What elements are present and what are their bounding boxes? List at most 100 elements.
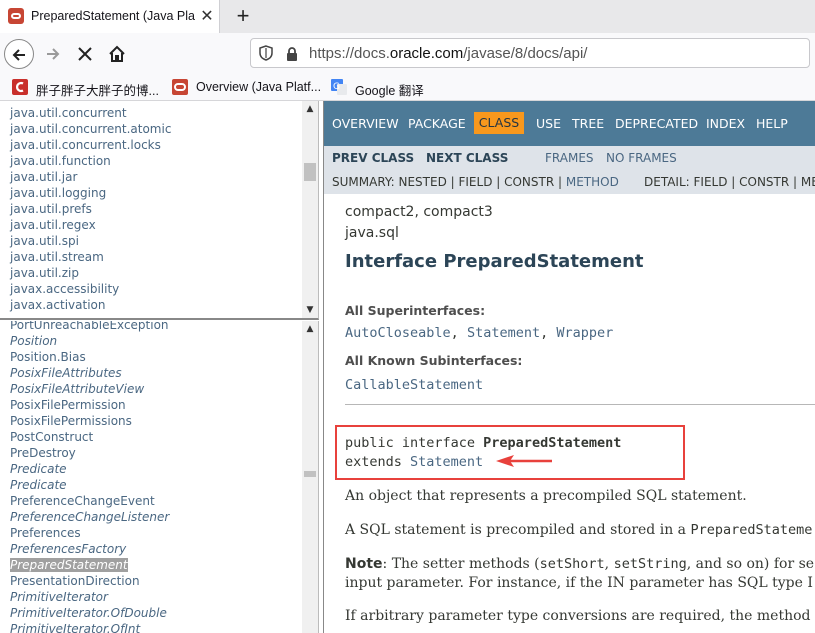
class-description: compact2, compact3 java.sql Interface Pr…	[324, 194, 815, 633]
package-scrollbar[interactable]: ▲ ▼	[302, 101, 318, 318]
superinterface-link[interactable]: Wrapper	[556, 325, 613, 341]
nav-index-link[interactable]: INDEX	[706, 116, 745, 131]
detail-nav: DETAIL: FIELD | CONSTR | ME	[644, 175, 815, 189]
scroll-up-icon[interactable]: ▲	[302, 321, 318, 337]
class-link[interactable]: PosixFilePermission	[10, 397, 169, 413]
arrow-left-icon	[12, 49, 25, 61]
navigation-toolbar: https://docs.oracle.com/javase/8/docs/ap…	[0, 33, 815, 73]
class-link[interactable]: Position	[10, 333, 169, 349]
new-tab-button[interactable]: +	[231, 4, 255, 28]
frames-link[interactable]: FRAMES	[545, 151, 594, 165]
class-link[interactable]: PrimitiveIterator.OfInt	[10, 621, 169, 633]
class-link[interactable]: PrimitiveIterator.OfDouble	[10, 605, 169, 621]
package-link[interactable]: java.util.prefs	[10, 201, 171, 217]
bookmarks-bar: 胖子胖子大胖子的博... Overview (Java Platf... G G…	[0, 73, 815, 101]
package-link[interactable]: java.util.stream	[10, 249, 171, 265]
close-tab-icon[interactable]: ✕	[198, 6, 216, 26]
package-link[interactable]: java.util.concurrent	[10, 105, 171, 121]
csdn-icon	[12, 79, 28, 95]
package-list: java.util.concurrent java.util.concurrent…	[10, 105, 171, 313]
class-link[interactable]: PreDestroy	[10, 445, 169, 461]
nav-help-link[interactable]: HELP	[756, 116, 788, 131]
shield-icon[interactable]	[259, 45, 273, 61]
subinterfaces-label: All Known Subinterfaces:	[345, 353, 523, 368]
package-link[interactable]: java.util.concurrent.locks	[10, 137, 171, 153]
class-link[interactable]: PortUnreachableException	[10, 321, 169, 333]
no-frames-link[interactable]: NO FRAMES	[606, 151, 677, 165]
scroll-thumb[interactable]	[304, 163, 316, 181]
class-link[interactable]: PreferenceChangeListener	[10, 509, 169, 525]
nav-tree-link[interactable]: TREE	[572, 116, 604, 131]
summary-nav: SUMMARY: NESTED | FIELD | CONSTR | METHO…	[332, 175, 619, 189]
package-link[interactable]: java.util.regex	[10, 217, 171, 233]
google-translate-icon: G	[331, 79, 347, 95]
package-link[interactable]: java.util.spi	[10, 233, 171, 249]
class-link[interactable]: PreferencesFactory	[10, 541, 169, 557]
nav-overview-link[interactable]: OVERVIEW	[332, 116, 399, 131]
stop-button[interactable]	[70, 39, 100, 69]
package-link[interactable]: java.util.jar	[10, 169, 171, 185]
home-button[interactable]	[102, 39, 132, 69]
url-text[interactable]: https://docs.oracle.com/javase/8/docs/ap…	[309, 45, 587, 62]
forward-button[interactable]	[38, 39, 68, 69]
home-icon	[109, 45, 125, 62]
package-label: java.sql	[345, 225, 399, 241]
tab-title: PreparedStatement (Java Pla	[31, 9, 195, 23]
bookmark-item[interactable]: G Google 翻译	[331, 79, 441, 98]
package-link[interactable]: javax.activation	[10, 297, 171, 313]
class-link[interactable]: Position.Bias	[10, 349, 169, 365]
lock-icon[interactable]	[285, 46, 299, 62]
package-list-frame[interactable]: java.util.concurrent java.util.concurrent…	[0, 101, 319, 320]
class-link[interactable]: Predicate	[10, 461, 169, 477]
class-link[interactable]: Preferences	[10, 525, 169, 541]
prev-class-label: PREV CLASS	[332, 151, 415, 165]
note-para-line-2: input parameter. For instance, if the IN…	[345, 575, 813, 591]
divider	[345, 404, 815, 405]
class-scrollbar[interactable]: ▲	[302, 321, 318, 633]
annotation-arrow-icon	[496, 455, 552, 467]
class-list-frame[interactable]: PortUnreachableException Position Position…	[0, 321, 319, 633]
package-link[interactable]: java.util.zip	[10, 265, 171, 281]
tab-strip: PreparedStatement (Java Pla ✕ +	[0, 0, 815, 33]
class-detail-frame[interactable]: OVERVIEW PACKAGE CLASS USE TREE DEPRECAT…	[323, 101, 815, 633]
top-navbar: OVERVIEW PACKAGE CLASS USE TREE DEPRECAT…	[324, 101, 815, 146]
svg-text:G: G	[333, 82, 340, 92]
arrow-right-icon	[47, 48, 60, 60]
scroll-up-icon[interactable]: ▲	[302, 101, 318, 117]
class-link[interactable]: PosixFileAttributes	[10, 365, 169, 381]
bookmark-item[interactable]: 胖子胖子大胖子的博...	[12, 79, 167, 98]
description-para-2: A SQL statement is precompiled and store…	[345, 522, 813, 538]
profile-label: compact2, compact3	[345, 204, 493, 220]
package-link[interactable]: java.util.logging	[10, 185, 171, 201]
superinterface-link[interactable]: AutoCloseable	[345, 325, 451, 341]
next-class-label: NEXT CLASS	[426, 151, 509, 165]
class-link[interactable]: PrimitiveIterator	[10, 589, 169, 605]
superinterfaces-list: AutoCloseable, Statement, Wrapper	[345, 325, 614, 341]
selected-class-link[interactable]: PreparedStatement	[10, 558, 128, 572]
subinterface-link[interactable]: CallableStatement	[345, 377, 483, 393]
class-link[interactable]: Predicate	[10, 477, 169, 493]
annotation-box	[335, 425, 685, 480]
package-link[interactable]: javax.accessibility	[10, 281, 171, 297]
nav-package-link[interactable]: PACKAGE	[408, 116, 466, 131]
bookmark-item[interactable]: Overview (Java Platf...	[172, 79, 327, 97]
class-link[interactable]: PosixFileAttributeView	[10, 381, 169, 397]
summary-method-link[interactable]: METHOD	[566, 175, 619, 189]
superinterface-link[interactable]: Statement	[467, 325, 540, 341]
back-button[interactable]	[4, 39, 34, 69]
scroll-down-icon[interactable]: ▼	[302, 302, 318, 318]
package-link[interactable]: java.util.function	[10, 153, 171, 169]
scroll-thumb[interactable]	[304, 471, 316, 477]
class-link[interactable]: PresentationDirection	[10, 573, 169, 589]
class-link[interactable]: PostConstruct	[10, 429, 169, 445]
browser-tab[interactable]: PreparedStatement (Java Pla ✕	[0, 0, 220, 33]
address-bar[interactable]: https://docs.oracle.com/javase/8/docs/ap…	[250, 38, 810, 68]
class-link[interactable]: PreferenceChangeEvent	[10, 493, 169, 509]
package-link[interactable]: java.util.concurrent.atomic	[10, 121, 171, 137]
description-para-1: An object that represents a precompiled …	[345, 488, 747, 504]
note-para-line-1: Note: The setter methods (setShort, setS…	[345, 556, 815, 572]
nav-deprecated-link[interactable]: DEPRECATED	[615, 116, 698, 131]
class-link[interactable]: PosixFilePermissions	[10, 413, 169, 429]
nav-use-link[interactable]: USE	[536, 116, 561, 131]
class-link[interactable]: PreparedStatement	[10, 557, 169, 573]
